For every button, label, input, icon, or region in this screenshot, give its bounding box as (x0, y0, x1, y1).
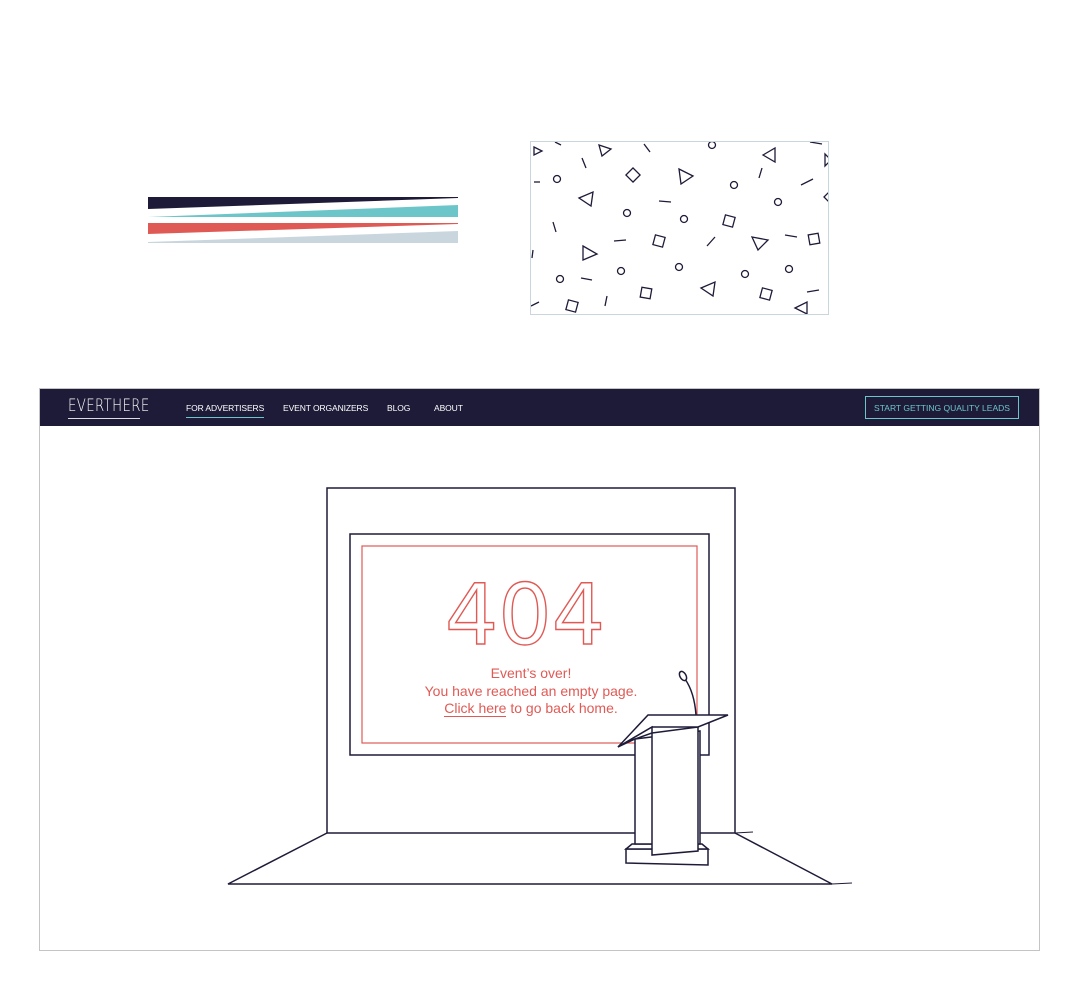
error-line-1: Event’s over! (490, 665, 572, 681)
stage-floor (227, 832, 833, 885)
confetti-pattern-card (530, 141, 829, 315)
error-line-3-rest: to go back home. (506, 700, 618, 716)
podium-icon (617, 714, 729, 866)
error-message: Event’s over! You have reached an empty … (370, 665, 692, 718)
brand-stripes-icon (148, 197, 458, 243)
error-line-2: You have reached an empty page. (424, 682, 638, 699)
website-mockup: EVERTHERE FOR ADVERTISERS EVENT ORGANIZE… (39, 388, 1040, 951)
home-link[interactable]: Click here (444, 700, 507, 717)
confetti-pattern-icon (531, 142, 828, 314)
error-code: 404 (445, 566, 605, 664)
error-line-3: Click here to go back home. (370, 700, 692, 718)
